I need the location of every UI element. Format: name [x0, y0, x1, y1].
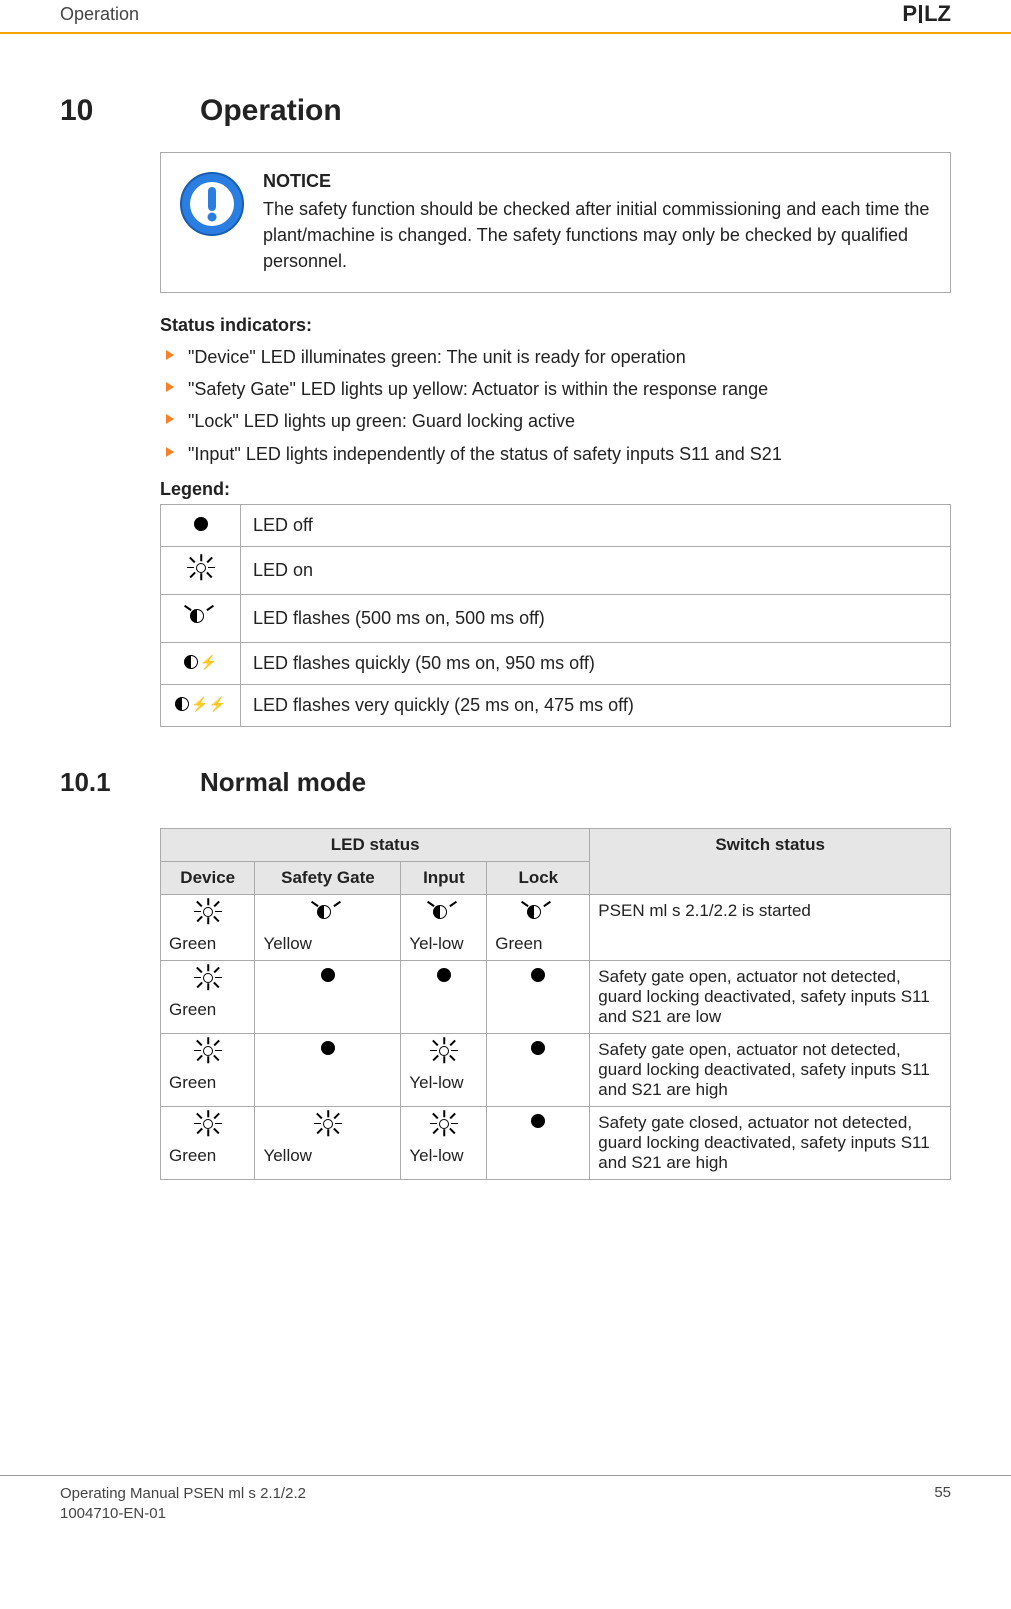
led-flash-very-quick-icon: ⚡⚡	[161, 684, 241, 726]
cell-lock	[487, 960, 590, 1033]
page-header: Operation PLZ	[0, 0, 1011, 34]
led-flash-quick-icon: ⚡	[161, 642, 241, 684]
col-safety-gate: Safety Gate	[255, 861, 401, 894]
legend-desc: LED off	[241, 504, 951, 546]
led-off-icon	[531, 1041, 545, 1055]
list-item: "Lock" LED lights up green: Guard lockin…	[160, 408, 951, 434]
led-off-icon	[531, 1114, 545, 1128]
notice-text: The safety function should be checked af…	[263, 196, 932, 274]
page-number: 55	[934, 1484, 951, 1525]
led-on-icon	[194, 1113, 222, 1135]
section-number: 10	[60, 94, 160, 128]
cell-label: Green	[169, 1000, 246, 1020]
table-row: Green Yellow Yel-low Green PSEN ml s 2.1…	[161, 894, 951, 960]
led-flash-icon	[311, 901, 345, 923]
cell-lock: Green	[487, 894, 590, 960]
list-item: "Safety Gate" LED lights up yellow: Actu…	[160, 376, 951, 402]
led-off-icon	[161, 504, 241, 546]
list-item: "Input" LED lights independently of the …	[160, 441, 951, 467]
subsection-number: 10.1	[60, 767, 160, 798]
col-device: Device	[161, 861, 255, 894]
status-list: "Device" LED illuminates green: The unit…	[160, 344, 951, 466]
led-flash-icon	[161, 594, 241, 642]
header-section: Operation	[60, 4, 139, 25]
legend-heading: Legend:	[160, 479, 951, 500]
cell-status: Safety gate open, actuator not detected,…	[590, 960, 951, 1033]
cell-label: Yellow	[263, 1146, 392, 1166]
legend-table: LED off LED on LED flashes (500 ms on, 5…	[160, 504, 951, 727]
brand-logo: PLZ	[902, 1, 951, 27]
led-on-icon	[161, 546, 241, 594]
section-title: Operation	[200, 94, 342, 128]
cell-safety-gate: Yellow	[255, 894, 401, 960]
led-flash-icon	[521, 901, 555, 923]
col-input: Input	[401, 861, 487, 894]
led-on-icon	[430, 1040, 458, 1062]
table-row: Green Safety gate open, actuator not det…	[161, 960, 951, 1033]
cell-label: Yel-low	[409, 934, 478, 954]
cell-status: PSEN ml s 2.1/2.2 is started	[590, 894, 951, 960]
table-row: Green Yellow Yel-low Safety gate closed,…	[161, 1106, 951, 1179]
legend-desc: LED flashes quickly (50 ms on, 950 ms of…	[241, 642, 951, 684]
table-row: ⚡⚡ LED flashes very quickly (25 ms on, 4…	[161, 684, 951, 726]
table-row: LED flashes (500 ms on, 500 ms off)	[161, 594, 951, 642]
cell-lock	[487, 1033, 590, 1106]
legend-desc: LED flashes very quickly (25 ms on, 475 …	[241, 684, 951, 726]
notice-box: NOTICE The safety function should be che…	[160, 152, 951, 293]
cell-label: Green	[169, 1146, 246, 1166]
status-heading: Status indicators:	[160, 315, 951, 336]
led-off-icon	[321, 968, 335, 982]
cell-device: Green	[161, 960, 255, 1033]
cell-input	[401, 960, 487, 1033]
cell-device: Green	[161, 1033, 255, 1106]
section-heading: 10 Operation	[60, 94, 951, 128]
cell-input: Yel-low	[401, 1033, 487, 1106]
cell-safety-gate	[255, 1033, 401, 1106]
cell-label: Green	[169, 934, 246, 954]
led-flash-icon	[427, 901, 461, 923]
led-on-icon	[194, 967, 222, 989]
led-off-icon	[321, 1041, 335, 1055]
col-lock: Lock	[487, 861, 590, 894]
cell-safety-gate	[255, 960, 401, 1033]
led-on-icon	[430, 1113, 458, 1135]
cell-label: Yellow	[263, 934, 392, 954]
table-row: LED on	[161, 546, 951, 594]
led-on-icon	[314, 1113, 342, 1135]
cell-status: Safety gate open, actuator not detected,…	[590, 1033, 951, 1106]
cell-status: Safety gate closed, actuator not detecte…	[590, 1106, 951, 1179]
table-row: ⚡ LED flashes quickly (50 ms on, 950 ms …	[161, 642, 951, 684]
footer-manual: Operating Manual PSEN ml s 2.1/2.2	[60, 1484, 306, 1504]
col-group-led: LED status	[161, 828, 590, 861]
cell-input: Yel-low	[401, 1106, 487, 1179]
footer-docid: 1004710-EN-01	[60, 1504, 306, 1524]
table-row: Green Yel-low Safety gate open, actuator…	[161, 1033, 951, 1106]
cell-safety-gate: Yellow	[255, 1106, 401, 1179]
normal-mode-table: LED status Switch status Device Safety G…	[160, 828, 951, 1180]
table-header-row: LED status Switch status	[161, 828, 951, 861]
subsection-heading: 10.1 Normal mode	[60, 767, 951, 798]
table-row: LED off	[161, 504, 951, 546]
cell-label: Green	[495, 934, 581, 954]
led-on-icon	[194, 901, 222, 923]
notice-icon	[179, 171, 245, 237]
cell-input: Yel-low	[401, 894, 487, 960]
led-off-icon	[437, 968, 451, 982]
cell-device: Green	[161, 894, 255, 960]
list-item: "Device" LED illuminates green: The unit…	[160, 344, 951, 370]
cell-lock	[487, 1106, 590, 1179]
legend-desc: LED on	[241, 546, 951, 594]
led-on-icon	[194, 1040, 222, 1062]
cell-device: Green	[161, 1106, 255, 1179]
subsection-title: Normal mode	[200, 767, 366, 798]
col-switch-status: Switch status	[590, 828, 951, 894]
notice-title: NOTICE	[263, 171, 932, 192]
page-footer: Operating Manual PSEN ml s 2.1/2.2 10047…	[0, 1475, 1011, 1525]
led-off-icon	[531, 968, 545, 982]
cell-label: Yel-low	[409, 1073, 478, 1093]
cell-label: Green	[169, 1073, 246, 1093]
cell-label: Yel-low	[409, 1146, 478, 1166]
legend-desc: LED flashes (500 ms on, 500 ms off)	[241, 594, 951, 642]
